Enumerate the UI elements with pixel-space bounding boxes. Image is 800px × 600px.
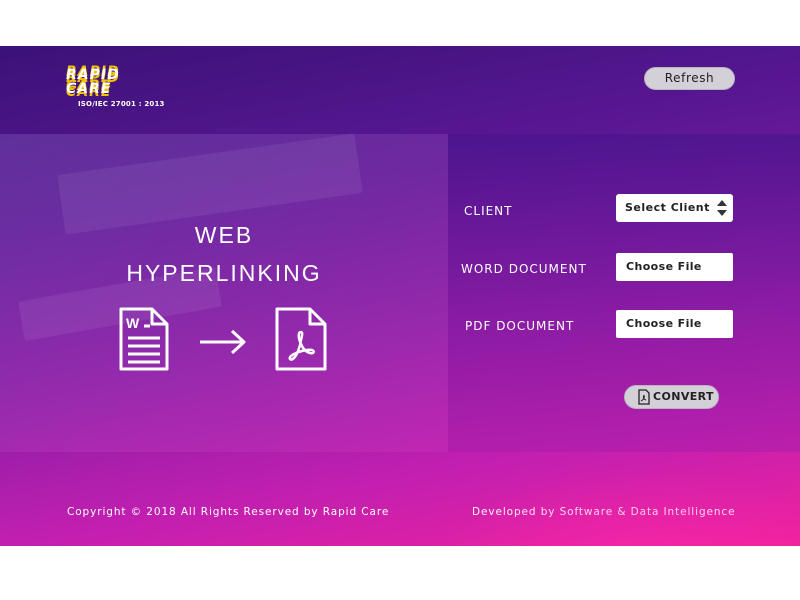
pdf-file-icon [638, 389, 650, 405]
pdf-document-label: PDF DOCUMENT [465, 319, 575, 333]
app-frame: RAPID CARE ISO/IEC 27001 : 2013 Refresh … [0, 46, 800, 546]
sort-arrows-icon [717, 200, 727, 216]
convert-label: CONVERT [653, 390, 714, 403]
pdf-file-input[interactable]: Choose File [616, 310, 733, 338]
hero-panel: WEB HYPERLINKING W [0, 134, 448, 452]
word-document-icon: W [119, 307, 169, 371]
client-select-value: Select Client [625, 201, 710, 214]
pdf-document-icon [275, 307, 327, 371]
keyboard-backdrop [57, 134, 363, 235]
developed-by-text: Developed by Software & Data Intelligenc… [472, 506, 736, 518]
client-label: CLIENT [464, 204, 513, 218]
copyright-text: Copyright © 2018 All Rights Reserved by … [67, 506, 390, 518]
word-file-input[interactable]: Choose File [616, 253, 733, 281]
client-select[interactable]: Select Client [616, 194, 733, 222]
form-panel: CLIENT Select Client WORD DOCUMENT Choos… [448, 134, 800, 452]
convert-button[interactable]: CONVERT [624, 385, 719, 409]
word-icon-letter: W [126, 315, 140, 331]
header: RAPID CARE ISO/IEC 27001 : 2013 Refresh [0, 46, 800, 134]
refresh-button[interactable]: Refresh [644, 67, 735, 90]
logo-subtext: ISO/IEC 27001 : 2013 [78, 100, 165, 108]
word-document-label: WORD DOCUMENT [461, 262, 587, 276]
hero-title-line1: WEB [194, 222, 254, 248]
hero-title-line2: HYPERLINKING [126, 260, 322, 286]
logo-text: RAPID CARE [66, 67, 120, 97]
arrow-right-icon [200, 329, 246, 355]
rapid-care-logo: RAPID CARE ISO/IEC 27001 : 2013 [66, 67, 170, 108]
